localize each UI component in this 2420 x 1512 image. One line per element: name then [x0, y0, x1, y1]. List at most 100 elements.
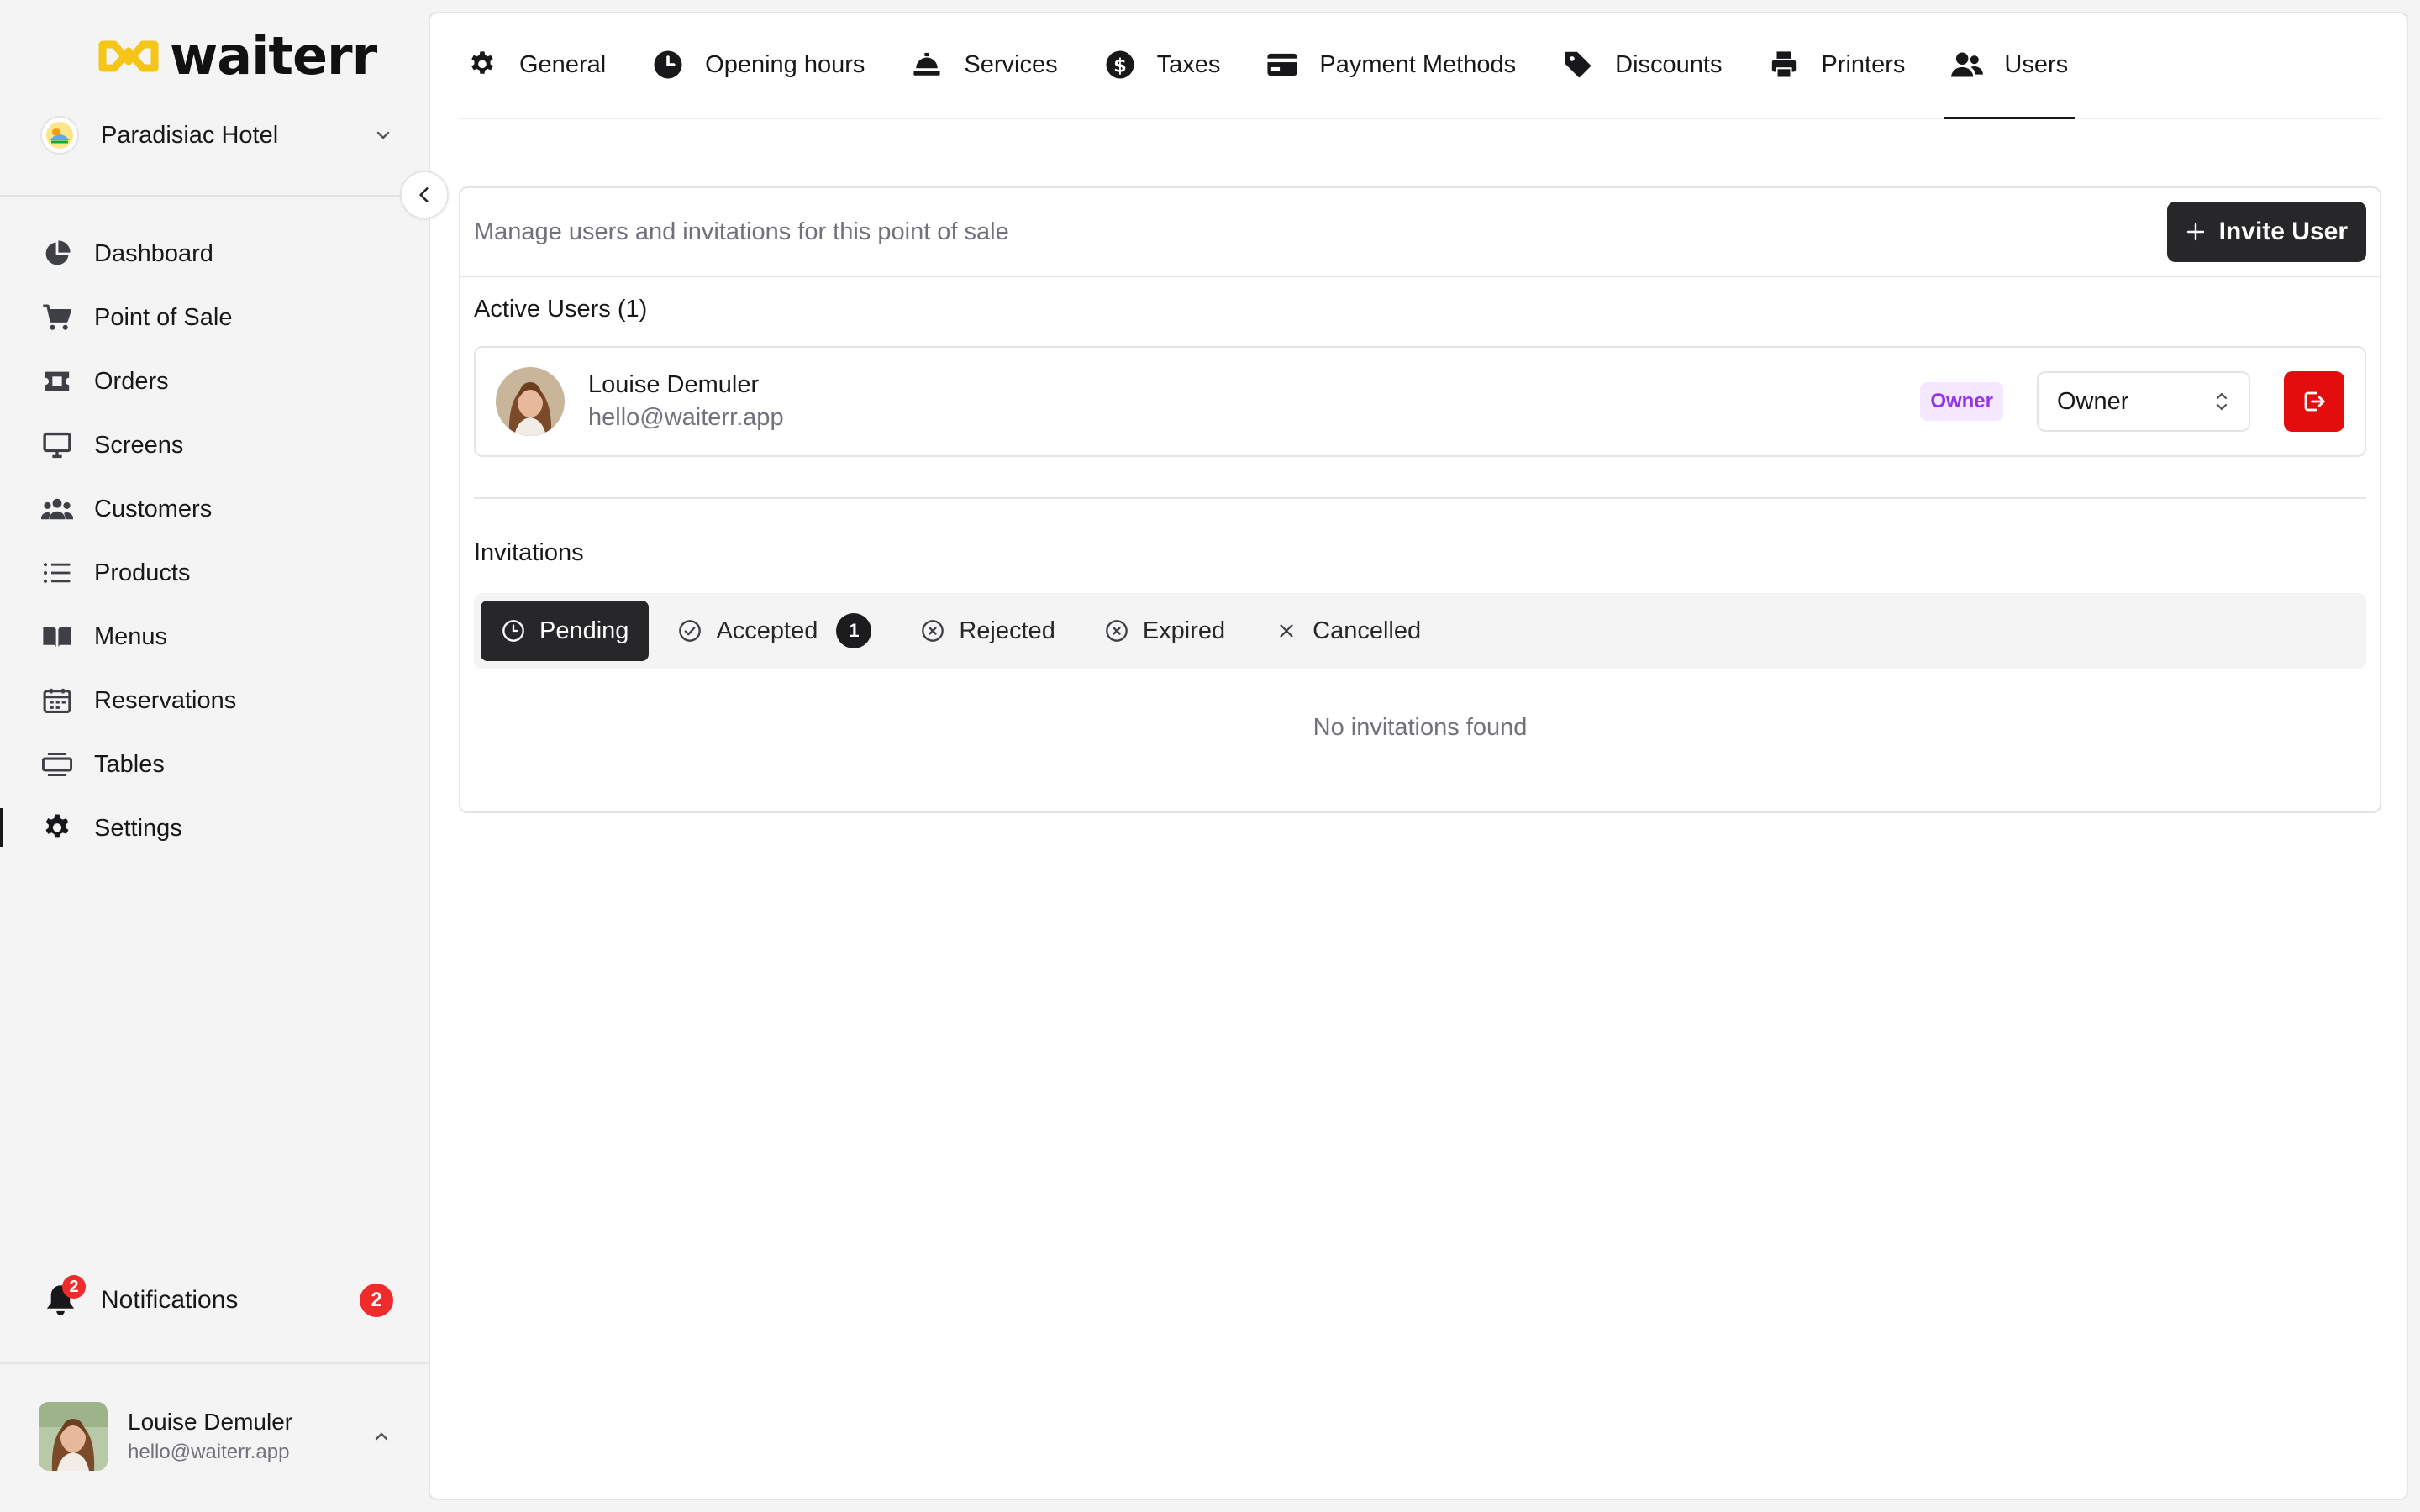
sidebar-item-label: Reservations [94, 686, 237, 714]
ticket-icon [40, 365, 74, 398]
current-user-email: hello@waiterr.app [128, 1441, 290, 1463]
tab-printers[interactable]: Printers [1760, 12, 1912, 118]
active-users-title: Active Users (1) [474, 296, 648, 323]
chevron-up-down-icon [2213, 390, 2230, 413]
sidebar: waiterr Paradisiac Hotel Dashboard Point… [0, 0, 429, 1512]
tag-icon [1561, 48, 1595, 81]
sidebar-item-label: Dashboard [94, 239, 213, 267]
table-icon [40, 748, 74, 781]
sidebar-item-point-of-sale[interactable]: Point of Sale [0, 286, 429, 349]
sidebar-item-menus[interactable]: Menus [0, 605, 429, 669]
tab-label: Cancelled [1313, 617, 1422, 644]
notifications-button[interactable]: 2 Notifications 2 [40, 1275, 393, 1324]
chevron-down-icon [373, 125, 393, 145]
role-badge: Owner [1920, 382, 2003, 421]
book-icon [40, 620, 74, 654]
check-circle-icon [677, 618, 702, 643]
list-icon [40, 556, 74, 590]
invite-user-label: Invite User [2218, 218, 2348, 245]
logout-icon [2302, 389, 2327, 414]
sidebar-item-products[interactable]: Products [0, 541, 429, 605]
user-account-menu[interactable]: Louise Demuler hello@waiterr.app [39, 1401, 392, 1472]
gear-icon [40, 811, 74, 845]
user-name: Louise Demuler [588, 371, 760, 398]
clock-icon [501, 618, 526, 643]
sidebar-item-label: Menus [94, 622, 168, 650]
sidebar-item-tables[interactable]: Tables [0, 732, 429, 796]
user-row: Louise Demuler hello@waiterr.app Owner O… [474, 346, 2366, 457]
plus-icon [2186, 222, 2206, 242]
users-description: Manage users and invitations for this po… [474, 218, 1009, 245]
tab-label: Payment Methods [1319, 50, 1517, 78]
role-select-value: Owner [2057, 387, 2129, 415]
brand-name: waiterr [170, 25, 377, 87]
tab-users[interactable]: Users [1944, 12, 2075, 119]
avatar [496, 367, 565, 436]
service-bell-icon [910, 48, 944, 81]
dollar-icon: $ [1103, 48, 1137, 81]
tab-taxes[interactable]: $ Taxes [1097, 12, 1228, 118]
cart-icon [40, 301, 74, 334]
monitor-icon [40, 428, 74, 462]
empty-state-text: No invitations found [1313, 714, 1528, 741]
tab-label: Accepted [716, 617, 818, 644]
invite-user-button[interactable]: Invite User [2166, 202, 2366, 262]
avatar [39, 1402, 108, 1471]
sidebar-item-orders[interactable]: Orders [0, 349, 429, 413]
notifications-count-badge: 2 [360, 1284, 393, 1317]
tab-discounts[interactable]: Discounts [1555, 12, 1728, 118]
tab-label: Taxes [1156, 50, 1221, 78]
settings-panel: General Opening hours Services $ Taxes P… [429, 12, 2408, 1500]
gear-icon [466, 48, 499, 81]
sidebar-item-customers[interactable]: Customers [0, 477, 429, 541]
invitation-status-tabs: Pending Accepted 1 Rejected Expired Canc… [474, 593, 2366, 669]
users-icon [40, 492, 74, 526]
sidebar-item-screens[interactable]: Screens [0, 413, 429, 477]
tab-expired[interactable]: Expired [1084, 601, 1245, 661]
venue-logo [40, 116, 79, 155]
invitations-title: Invitations [474, 539, 584, 566]
role-select[interactable]: Owner [2037, 371, 2250, 432]
x-icon [1274, 618, 1299, 643]
venue-name: Paradisiac Hotel [101, 121, 279, 149]
remove-user-button[interactable] [2284, 371, 2344, 432]
sidebar-divider [0, 195, 429, 197]
tab-payment-methods[interactable]: Payment Methods [1259, 12, 1523, 118]
sidebar-item-settings[interactable]: Settings [0, 796, 429, 860]
sidebar-item-label: Customers [94, 495, 213, 522]
sidebar-item-dashboard[interactable]: Dashboard [0, 222, 429, 286]
pie-chart-icon [40, 237, 74, 270]
tab-rejected[interactable]: Rejected [900, 601, 1075, 661]
section-divider [474, 497, 2366, 499]
tab-label: Services [964, 50, 1058, 78]
sidebar-item-label: Screens [94, 431, 184, 459]
users-card-header: Manage users and invitations for this po… [460, 188, 2380, 277]
credit-card-icon [1265, 48, 1299, 81]
notification-dot-badge: 2 [62, 1275, 86, 1299]
sidebar-item-reservations[interactable]: Reservations [0, 669, 429, 732]
tab-label: Pending [539, 617, 629, 644]
tab-cancelled[interactable]: Cancelled [1254, 601, 1441, 661]
tab-opening-hours[interactable]: Opening hours [644, 12, 871, 118]
user-group-icon [1950, 48, 1984, 81]
tab-label: Printers [1821, 50, 1906, 78]
sidebar-item-label: Orders [94, 367, 169, 395]
clock-icon [651, 48, 685, 81]
settings-tabs: General Opening hours Services $ Taxes P… [459, 13, 2381, 119]
tab-general[interactable]: General [459, 12, 613, 118]
brand-logo[interactable]: waiterr [97, 25, 377, 87]
collapse-sidebar-button[interactable] [400, 171, 449, 219]
tab-accepted[interactable]: Accepted 1 [657, 601, 892, 661]
svg-text:$: $ [1113, 55, 1127, 76]
x-circle-icon [1104, 618, 1129, 643]
venue-switcher[interactable]: Paradisiac Hotel [40, 109, 393, 161]
sidebar-item-label: Point of Sale [94, 303, 233, 331]
tab-services[interactable]: Services [903, 12, 1064, 118]
printer-icon [1767, 48, 1801, 81]
tab-label: Expired [1142, 617, 1226, 644]
sidebar-item-label: Tables [94, 750, 165, 778]
x-circle-icon [920, 618, 945, 643]
tab-pending[interactable]: Pending [481, 601, 650, 661]
tab-label: Opening hours [705, 50, 865, 78]
calendar-icon [40, 684, 74, 717]
